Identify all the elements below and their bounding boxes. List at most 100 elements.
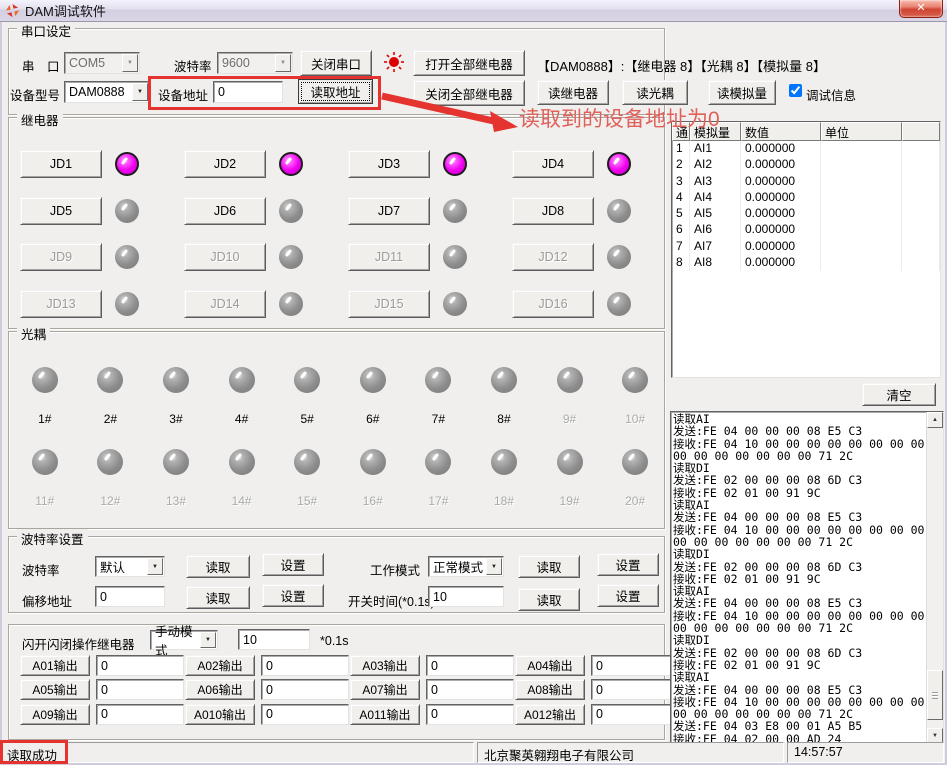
relay-button[interactable]: JD2 [184, 150, 266, 178]
opto-row-1: 1# 2# 3# 4# 5# 6# 7# 8# 9# 10# [12, 367, 668, 426]
analog-output-button[interactable]: A04输出 [515, 655, 585, 676]
relay-button[interactable]: JD7 [348, 197, 430, 225]
debug-info-checkbox[interactable] [789, 84, 802, 97]
column-header-unit[interactable]: 单位 [821, 122, 902, 141]
opto-led-indicator [229, 367, 255, 393]
flash-mode-combo[interactable]: 手动模式 ▼ [150, 630, 218, 650]
port-combo[interactable]: COM5 ▼ [64, 52, 140, 74]
log-line: 发送:FE 02 00 00 00 08 6D C3 [673, 474, 925, 486]
relay-led-indicator [443, 292, 467, 316]
switch-time-set-button[interactable]: 设置 [597, 584, 659, 607]
analog-output-input[interactable] [96, 679, 184, 700]
opto-cell: 18# [471, 449, 537, 508]
opto-led-indicator [294, 449, 320, 475]
relay-led-indicator [607, 292, 631, 316]
scrollbar-thumb[interactable] [927, 670, 943, 720]
analog-output-input[interactable] [591, 679, 679, 700]
analog-output-button[interactable]: A010输出 [185, 704, 255, 725]
analog-output-input[interactable] [96, 655, 184, 676]
relay-button[interactable]: JD15 [348, 290, 430, 318]
analog-output-button[interactable]: A03输出 [350, 655, 420, 676]
clear-log-button[interactable]: 清空 [862, 383, 936, 406]
device-address-label: 设备地址 [158, 85, 208, 104]
table-row[interactable]: 3 AI3 0.000000 [672, 174, 940, 190]
model-combo[interactable]: DAM0888 ▼ [64, 81, 150, 103]
table-row[interactable]: 2 AI2 0.000000 [672, 157, 940, 173]
flash-time-input[interactable] [238, 629, 310, 650]
relay-button[interactable]: JD6 [184, 197, 266, 225]
relay-button[interactable]: JD11 [348, 243, 430, 271]
switch-time-read-button[interactable]: 读取 [518, 588, 580, 611]
opto-led-indicator [229, 449, 255, 475]
scroll-up-button[interactable]: ▲ [927, 412, 943, 428]
offset-address-input[interactable] [95, 586, 165, 607]
table-row[interactable]: 7 AI7 0.000000 [672, 239, 940, 255]
cell-filler [902, 206, 940, 222]
read-relay-button[interactable]: 读继电器 [537, 80, 609, 105]
analog-output-button[interactable]: A05输出 [20, 679, 90, 700]
analog-output-button[interactable]: A06输出 [185, 679, 255, 700]
analog-output-input[interactable] [426, 655, 514, 676]
close-all-relays-button[interactable]: 关闭全部继电器 [413, 80, 525, 106]
relay-button[interactable]: JD12 [512, 243, 594, 271]
log-scrollbar[interactable]: ▲ ▼ [926, 412, 943, 744]
analog-output-input[interactable] [261, 704, 349, 725]
analog-output-button[interactable]: A07输出 [350, 679, 420, 700]
analog-output-input[interactable] [591, 704, 679, 725]
table-row[interactable]: 5 AI5 0.000000 [672, 206, 940, 222]
relay-button[interactable]: JD4 [512, 150, 594, 178]
baudrate-set-button[interactable]: 设置 [262, 553, 324, 576]
cell-unit [821, 239, 902, 255]
close-button[interactable]: ✕ [899, 0, 943, 18]
analog-output-input[interactable] [591, 655, 679, 676]
work-mode-read-button[interactable]: 读取 [518, 555, 580, 578]
opto-led-indicator [163, 367, 189, 393]
baudrate-read-button[interactable]: 读取 [186, 555, 250, 578]
open-all-relays-button[interactable]: 打开全部继电器 [413, 50, 525, 76]
relay-button[interactable]: JD1 [20, 150, 102, 178]
baudrate-combo[interactable]: 默认 ▼ [95, 556, 165, 577]
close-serial-button[interactable]: 关闭串口 [300, 50, 372, 76]
table-row[interactable]: 6 AI6 0.000000 [672, 222, 940, 238]
analog-output-cell: A09输出 [20, 704, 185, 728]
analog-output-button[interactable]: A02输出 [185, 655, 255, 676]
relay-button[interactable]: JD9 [20, 243, 102, 271]
analog-output-input[interactable] [96, 704, 184, 725]
baud-combo[interactable]: 9600 ▼ [217, 52, 293, 74]
analog-output-input[interactable] [426, 704, 514, 725]
table-row[interactable]: 4 AI4 0.000000 [672, 190, 940, 206]
log-line: 发送:FE 04 00 00 00 08 E5 C3 [673, 425, 925, 437]
column-header-value[interactable]: 数值 [741, 122, 821, 141]
work-mode-set-button[interactable]: 设置 [597, 553, 659, 576]
opto-led-indicator [425, 367, 451, 393]
relay-button[interactable]: JD16 [512, 290, 594, 318]
analog-output-button[interactable]: A011输出 [350, 704, 420, 725]
relay-button[interactable]: JD3 [348, 150, 430, 178]
switch-time-input[interactable] [428, 586, 504, 607]
read-analog-button[interactable]: 读模拟量 [708, 80, 776, 105]
relay-button[interactable]: JD5 [20, 197, 102, 225]
offset-read-button[interactable]: 读取 [186, 586, 250, 609]
read-address-button[interactable]: 读取地址 [298, 79, 373, 104]
analog-output-input[interactable] [261, 655, 349, 676]
opto-channel-label: 20# [625, 494, 645, 508]
analog-output-input[interactable] [426, 679, 514, 700]
analog-output-button[interactable]: A09输出 [20, 704, 90, 725]
analog-output-button[interactable]: A01输出 [20, 655, 90, 676]
relay-cell: JD6 [184, 188, 348, 235]
table-row[interactable]: 1 AI1 0.000000 [672, 141, 940, 157]
debug-log-box[interactable]: 读取AI发送:FE 04 00 00 00 08 E5 C3接收:FE 04 1… [670, 411, 944, 745]
offset-set-button[interactable]: 设置 [262, 584, 324, 607]
relay-button[interactable]: JD8 [512, 197, 594, 225]
relay-button[interactable]: JD14 [184, 290, 266, 318]
analog-output-button[interactable]: A012输出 [515, 704, 585, 725]
device-address-input[interactable] [213, 81, 283, 103]
opto-channel-label: 9# [563, 412, 576, 426]
analog-output-input[interactable] [261, 679, 349, 700]
analog-output-button[interactable]: A08输出 [515, 679, 585, 700]
relay-button[interactable]: JD10 [184, 243, 266, 271]
work-mode-combo[interactable]: 正常模式 ▼ [428, 556, 504, 577]
read-opto-button[interactable]: 读光耦 [622, 80, 688, 105]
table-row[interactable]: 8 AI8 0.000000 [672, 255, 940, 271]
relay-button[interactable]: JD13 [20, 290, 102, 318]
